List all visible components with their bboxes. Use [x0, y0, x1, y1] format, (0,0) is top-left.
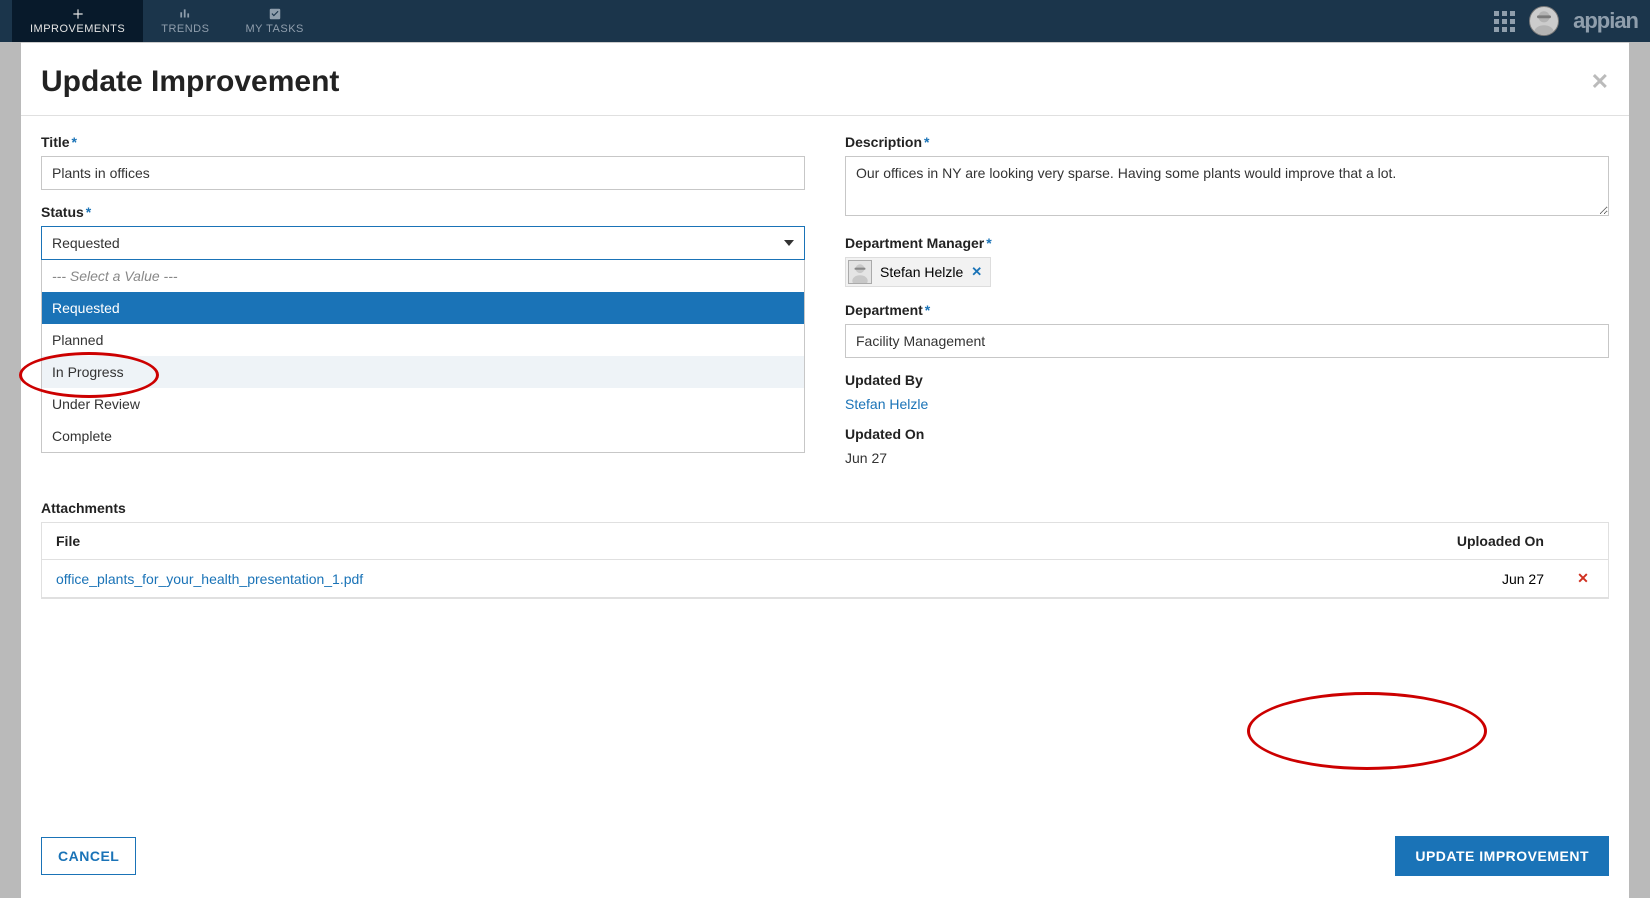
- status-option-complete[interactable]: Complete: [42, 420, 804, 452]
- title-input[interactable]: [41, 156, 805, 190]
- remove-chip-icon[interactable]: ✕: [971, 264, 982, 280]
- form-right-column: Description* Department Manager* Stefan …: [845, 134, 1609, 480]
- file-column-header: File: [42, 523, 1128, 559]
- attachments-header-row: File Uploaded On: [42, 523, 1608, 560]
- update-improvement-button[interactable]: UPDATE IMPROVEMENT: [1395, 836, 1609, 876]
- updated-by-label: Updated By: [845, 372, 1609, 388]
- modal-body: Title* Status* Requested --- Select a Va…: [21, 116, 1629, 818]
- form-left-column: Title* Status* Requested --- Select a Va…: [41, 134, 805, 480]
- manager-field-group: Department Manager* Stefan Helzle ✕: [845, 235, 1609, 288]
- attachment-file-link[interactable]: office_plants_for_your_health_presentati…: [42, 561, 1128, 597]
- chevron-down-icon: [784, 240, 794, 246]
- manager-user-chip[interactable]: Stefan Helzle ✕: [845, 257, 991, 287]
- description-label: Description*: [845, 134, 1609, 150]
- manager-label: Department Manager*: [845, 235, 1609, 251]
- status-select[interactable]: Requested: [41, 226, 805, 260]
- status-selected-value: Requested: [52, 235, 120, 251]
- updated-by-group: Updated By Stefan Helzle: [845, 372, 1609, 412]
- status-label: Status*: [41, 204, 805, 220]
- updated-on-label: Updated On: [845, 426, 1609, 442]
- status-option-requested[interactable]: Requested: [42, 292, 804, 324]
- attachments-label: Attachments: [41, 500, 1609, 516]
- status-option-planned[interactable]: Planned: [42, 324, 804, 356]
- attachments-section: Attachments File Uploaded On office_plan…: [41, 500, 1609, 599]
- modal-footer: CANCEL UPDATE IMPROVEMENT: [21, 818, 1629, 898]
- status-option-in-progress[interactable]: In Progress: [42, 356, 804, 388]
- delete-attachment-icon[interactable]: ✕: [1558, 560, 1608, 597]
- description-textarea[interactable]: [845, 156, 1609, 216]
- modal-title: Update Improvement: [41, 65, 339, 99]
- attachment-uploaded-on: Jun 27: [1128, 561, 1558, 597]
- department-field-group: Department* Facility Management: [845, 302, 1609, 358]
- department-label: Department*: [845, 302, 1609, 318]
- manager-chip-name: Stefan Helzle: [880, 264, 963, 280]
- status-option-under-review[interactable]: Under Review: [42, 388, 804, 420]
- updated-on-group: Updated On Jun 27: [845, 426, 1609, 466]
- updated-by-link[interactable]: Stefan Helzle: [845, 394, 1609, 412]
- description-field-group: Description*: [845, 134, 1609, 221]
- title-label: Title*: [41, 134, 805, 150]
- department-input[interactable]: Facility Management: [845, 324, 1609, 358]
- title-field-group: Title*: [41, 134, 805, 190]
- uploaded-on-column-header: Uploaded On: [1128, 523, 1558, 559]
- update-improvement-modal: Update Improvement ✕ Title* Status* Requ…: [21, 42, 1629, 898]
- attachment-row: office_plants_for_your_health_presentati…: [42, 560, 1608, 598]
- form-columns: Title* Status* Requested --- Select a Va…: [41, 134, 1609, 480]
- cancel-button[interactable]: CANCEL: [41, 837, 136, 875]
- avatar-icon: [848, 260, 872, 284]
- attachments-table: File Uploaded On office_plants_for_your_…: [41, 522, 1609, 599]
- close-icon[interactable]: ✕: [1591, 69, 1609, 95]
- status-field-group: Status* Requested --- Select a Value ---…: [41, 204, 805, 260]
- status-option-placeholder[interactable]: --- Select a Value ---: [42, 260, 804, 292]
- modal-header: Update Improvement ✕: [21, 43, 1629, 116]
- status-dropdown-list: --- Select a Value --- Requested Planned…: [41, 260, 805, 453]
- updated-on-value: Jun 27: [845, 448, 1609, 466]
- delete-column-header: [1558, 531, 1608, 551]
